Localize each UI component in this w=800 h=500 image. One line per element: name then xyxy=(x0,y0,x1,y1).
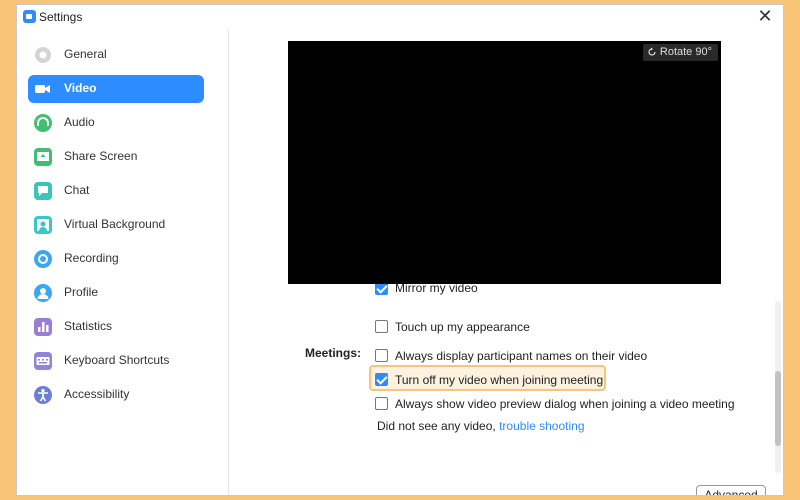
troubleshoot-link[interactable]: trouble shooting xyxy=(499,419,584,433)
keyboard-icon xyxy=(33,351,53,371)
record-icon xyxy=(33,249,53,269)
user-icon xyxy=(33,283,53,303)
video-options: Mirror my video Touch up my appearance M… xyxy=(229,284,769,495)
zoom-app-icon xyxy=(23,10,36,23)
rotate-button[interactable]: Rotate 90° xyxy=(642,44,718,61)
title-bar: Settings ✕ xyxy=(17,5,783,29)
scrollbar-track[interactable] xyxy=(775,301,781,473)
touch-up-checkbox[interactable] xyxy=(375,320,388,333)
sidebar-item-profile[interactable]: Profile xyxy=(28,279,204,307)
rotate-label: Rotate 90° xyxy=(659,46,712,58)
chat-bubble-icon xyxy=(33,181,53,201)
video-preview: Rotate 90° xyxy=(288,41,721,284)
sidebar-item-label: Chat xyxy=(64,183,90,197)
sidebar-item-label: Virtual Background xyxy=(64,217,166,231)
turn-off-video-label: Turn off my video when joining meeting xyxy=(395,373,604,387)
sidebar-item-label: General xyxy=(64,47,107,61)
accessibility-icon xyxy=(33,385,53,405)
sidebar-item-label: Keyboard Shortcuts xyxy=(64,353,170,367)
video-settings-panel: Rotate 90° Mirror my video Touch up my a… xyxy=(229,29,783,495)
sidebar-item-recording[interactable]: Recording xyxy=(28,245,204,273)
sidebar-item-label: Statistics xyxy=(64,319,113,333)
touch-up-label: Touch up my appearance xyxy=(395,320,530,334)
sidebar-item-general[interactable]: General xyxy=(28,41,204,69)
settings-window: Settings ✕ General Video Audio Share Scr… xyxy=(16,4,784,496)
sidebar-item-label: Recording xyxy=(64,251,119,265)
no-video-text: Did not see any video, xyxy=(377,419,496,433)
preview-dialog-label: Always show video preview dialog when jo… xyxy=(395,397,735,411)
sidebar-item-label: Share Screen xyxy=(64,149,138,163)
headphones-icon xyxy=(33,113,53,133)
share-screen-icon xyxy=(33,147,53,167)
sidebar-item-audio[interactable]: Audio xyxy=(28,109,204,137)
turn-off-video-checkbox[interactable] xyxy=(375,373,388,386)
sidebar-item-video[interactable]: Video xyxy=(28,75,204,103)
settings-sidebar: General Video Audio Share Screen Chat Vi… xyxy=(17,29,229,495)
sidebar-item-chat[interactable]: Chat xyxy=(28,177,204,205)
window-title: Settings xyxy=(39,10,83,24)
display-names-label: Always display participant names on thei… xyxy=(395,349,648,363)
gear-icon xyxy=(33,45,53,65)
advanced-button[interactable]: Advanced xyxy=(696,485,766,495)
rotate-icon xyxy=(648,47,656,56)
mirror-video-label: Mirror my video xyxy=(395,284,478,295)
close-icon[interactable]: ✕ xyxy=(755,6,775,26)
sidebar-item-share-screen[interactable]: Share Screen xyxy=(28,143,204,171)
sidebar-item-virtual-background[interactable]: Virtual Background xyxy=(28,211,204,239)
preview-dialog-checkbox[interactable] xyxy=(375,397,388,410)
sidebar-item-label: Profile xyxy=(64,285,99,299)
meetings-label: Meetings: xyxy=(305,346,362,360)
sidebar-item-statistics[interactable]: Statistics xyxy=(28,313,204,341)
sidebar-item-accessibility[interactable]: Accessibility xyxy=(28,381,204,409)
sidebar-item-label: Audio xyxy=(64,115,95,129)
video-camera-icon xyxy=(33,79,53,99)
sidebar-item-label: Accessibility xyxy=(64,387,130,401)
troubleshoot-line: Did not see any video, trouble shooting xyxy=(377,419,585,433)
display-names-checkbox[interactable] xyxy=(375,349,388,362)
sidebar-item-label: Video xyxy=(64,81,97,95)
person-background-icon xyxy=(33,215,53,235)
scrollbar-thumb[interactable] xyxy=(775,371,781,446)
mirror-video-checkbox[interactable] xyxy=(375,284,388,295)
bar-chart-icon xyxy=(33,317,53,337)
sidebar-item-keyboard-shortcuts[interactable]: Keyboard Shortcuts xyxy=(28,347,204,375)
